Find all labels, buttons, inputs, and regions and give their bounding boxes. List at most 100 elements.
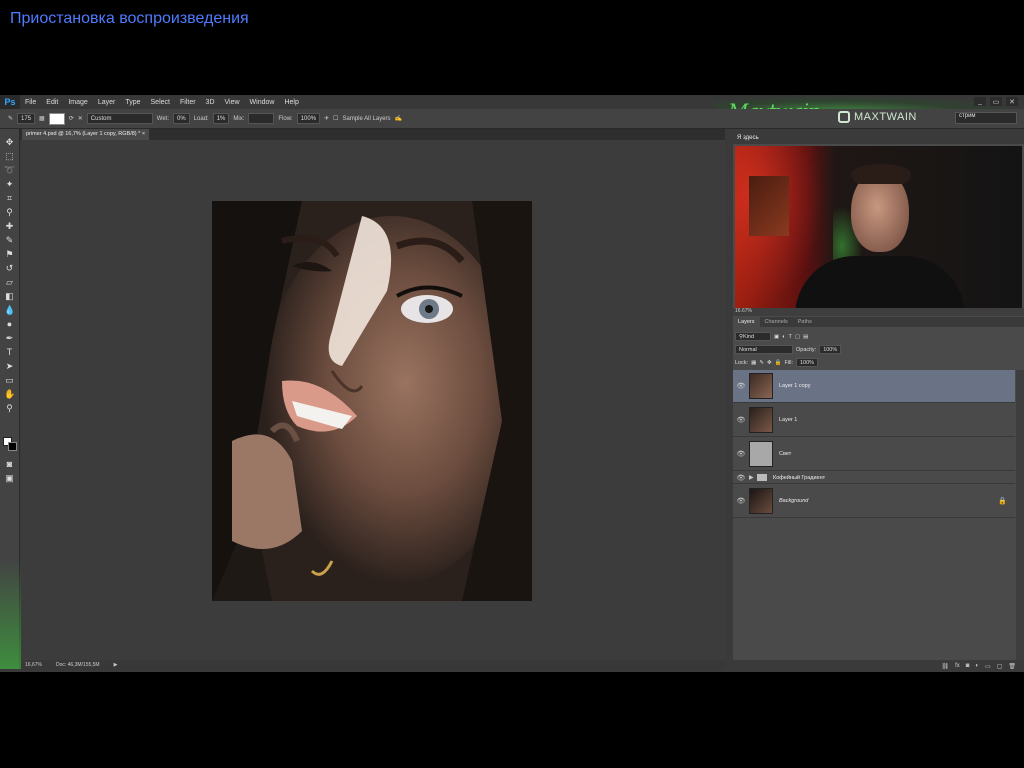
filter-type-icon[interactable]: T	[789, 334, 792, 340]
layer-thumbnail	[749, 488, 773, 514]
type-tool-icon[interactable]: T	[4, 347, 15, 358]
layer-group-row[interactable]: 👁 ▶ Кофейный Градиент	[733, 472, 1015, 484]
layer-row[interactable]: 👁 Layer 1	[733, 404, 1015, 437]
artwork-canvas[interactable]	[212, 201, 532, 601]
zoom-level[interactable]: 16,67%	[25, 662, 42, 668]
folder-icon	[757, 474, 767, 481]
screen-mode-icon[interactable]: ▣	[4, 473, 15, 484]
tab-close-icon[interactable]: ×	[142, 131, 145, 137]
eye-icon[interactable]: 👁	[733, 450, 749, 458]
menu-filter[interactable]: Filter	[175, 99, 201, 106]
document-tab[interactable]: primer 4.psd @ 16,7% (Layer 1 copy, RGB/…	[22, 129, 150, 140]
flow-field[interactable]: 100%	[296, 113, 321, 124]
pen-tool-icon[interactable]: ✒	[4, 333, 15, 344]
lock-all-icon[interactable]: 🔒	[775, 360, 782, 366]
instagram-badge: MAXTWAIN	[838, 111, 917, 123]
gradient-tool-icon[interactable]: ◧	[4, 291, 15, 302]
filter-smart-icon[interactable]: ▤	[803, 334, 808, 340]
brush-tool-icon[interactable]: ✎	[4, 235, 15, 246]
kind-filter-select[interactable]: ⚲ Kind	[735, 332, 771, 341]
trash-icon[interactable]: 🗑	[1008, 663, 1016, 670]
blend-mode-select[interactable]: Normal	[735, 345, 793, 354]
minimize-button[interactable]: _	[974, 97, 986, 106]
mix-field[interactable]	[248, 113, 275, 124]
link-icon[interactable]: ⛓	[941, 663, 949, 670]
brush-size-picker[interactable]: 175	[17, 113, 36, 124]
mask-icon[interactable]: ◙	[966, 663, 970, 669]
layer-row[interactable]: 👁 Свет	[733, 438, 1015, 471]
load-brush-icon[interactable]: ⟳	[69, 115, 74, 122]
tab-layers[interactable]: Layers	[733, 317, 760, 327]
eraser-tool-icon[interactable]: ▱	[4, 277, 15, 288]
menu-select[interactable]: Select	[146, 99, 175, 106]
lock-pixels-icon[interactable]: ▦	[751, 360, 756, 366]
close-button[interactable]: ✕	[1006, 97, 1018, 106]
opacity-field[interactable]: 100%	[819, 345, 842, 354]
filter-adjust-icon[interactable]: ◐	[782, 334, 785, 340]
healing-tool-icon[interactable]: ✚	[4, 221, 15, 232]
move-tool-icon[interactable]: ✥	[4, 137, 15, 148]
pressure-icon[interactable]: ✍	[395, 115, 402, 122]
hand-tool-icon[interactable]: ✋	[4, 389, 15, 400]
expand-arrow-icon[interactable]: ▶	[749, 474, 757, 481]
menu-window[interactable]: Window	[245, 99, 280, 106]
layer-row[interactable]: 👁 Layer 1 copy	[733, 370, 1015, 403]
menu-edit[interactable]: Edit	[41, 99, 63, 106]
filter-pixel-icon[interactable]: ▣	[774, 334, 779, 340]
wet-field[interactable]: 0%	[173, 113, 190, 124]
menu-view[interactable]: View	[220, 99, 245, 106]
folder-icon[interactable]: ▭	[985, 663, 991, 670]
lock-paint-icon[interactable]: ✎	[759, 360, 764, 366]
toolbox: ✥ ⬚ ➰ ✦ ⌗ ⚲ ✚ ✎ ⚑ ↺ ▱ ◧ 💧 ● ✒ T ➤ ▭ ✋ ⚲ …	[0, 129, 22, 669]
tab-paths[interactable]: Paths	[793, 317, 817, 327]
path-select-tool-icon[interactable]: ➤	[4, 361, 15, 372]
quick-mask-icon[interactable]: ◙	[4, 459, 15, 470]
zoom-tool-icon[interactable]: ⚲	[4, 403, 15, 414]
preset-select[interactable]: Custom	[86, 113, 153, 124]
eye-icon[interactable]: 👁	[733, 382, 749, 390]
menu-image[interactable]: Image	[63, 99, 92, 106]
shape-tool-icon[interactable]: ▭	[4, 375, 15, 386]
clean-brush-icon[interactable]: ✕	[78, 115, 83, 122]
filter-shape-icon[interactable]: ▢	[795, 334, 800, 340]
menu-3d[interactable]: 3D	[201, 99, 220, 106]
instagram-icon	[838, 111, 850, 123]
airbrush-icon[interactable]: ✈	[324, 115, 329, 122]
status-arrow-icon[interactable]: ▶	[114, 662, 118, 668]
load-color-swatch[interactable]	[48, 112, 65, 125]
eye-icon[interactable]: 👁	[733, 416, 749, 424]
load-field[interactable]: 1%	[212, 113, 230, 124]
color-swatches[interactable]	[3, 437, 17, 451]
menu-layer[interactable]: Layer	[93, 99, 121, 106]
history-brush-tool-icon[interactable]: ↺	[4, 263, 15, 274]
tab-channels[interactable]: Channels	[760, 317, 793, 327]
maximize-button[interactable]: ▭	[990, 97, 1002, 106]
eye-icon[interactable]: 👁	[733, 497, 749, 505]
quick-select-tool-icon[interactable]: ✦	[4, 179, 15, 190]
stamp-tool-icon[interactable]: ⚑	[4, 249, 15, 260]
lasso-tool-icon[interactable]: ➰	[4, 165, 15, 176]
lock-move-icon[interactable]: ✥	[767, 360, 772, 366]
fx-icon[interactable]: fx	[955, 663, 960, 669]
sample-all-checkbox[interactable]: ☐	[333, 115, 338, 122]
canvas-area[interactable]	[21, 140, 725, 660]
adjustment-icon[interactable]: ◐	[975, 663, 979, 669]
menu-file[interactable]: File	[20, 99, 41, 106]
workspace-select[interactable]: стрим	[955, 112, 1017, 124]
crop-tool-icon[interactable]: ⌗	[4, 193, 15, 204]
dodge-tool-icon[interactable]: ●	[4, 319, 15, 330]
layers-scrollbar[interactable]	[1016, 370, 1024, 660]
fill-field[interactable]: 100%	[796, 358, 819, 367]
menu-help[interactable]: Help	[279, 99, 303, 106]
menu-type[interactable]: Type	[120, 99, 145, 106]
mixer-brush-icon[interactable]: ✎	[8, 115, 13, 122]
eye-icon[interactable]: 👁	[733, 474, 749, 482]
navigator-zoom[interactable]: 16.67%	[735, 308, 752, 314]
marquee-tool-icon[interactable]: ⬚	[4, 151, 15, 162]
background-color[interactable]	[8, 442, 17, 451]
brush-panel-icon[interactable]: ▦	[39, 115, 45, 122]
eyedropper-tool-icon[interactable]: ⚲	[4, 207, 15, 218]
layer-row[interactable]: 👁 Background 🔒	[733, 485, 1015, 518]
blur-tool-icon[interactable]: 💧	[4, 305, 15, 316]
new-layer-icon[interactable]: ▢	[997, 663, 1003, 670]
